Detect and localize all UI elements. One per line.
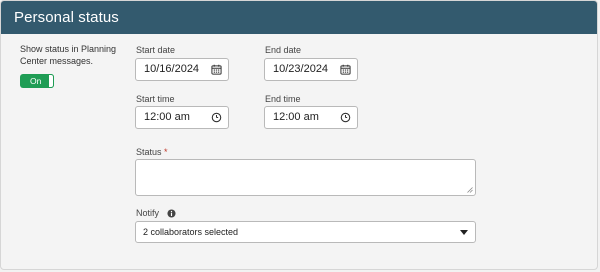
toggle-knob: [48, 74, 54, 88]
end-time-input[interactable]: 12:00 am: [264, 106, 358, 129]
notify-label-text: Notify: [136, 208, 160, 218]
personal-status-card: Personal status Show status in Planning …: [0, 0, 598, 270]
start-time-value: 12:00 am: [144, 111, 190, 123]
notify-selected-value: 2 collaborators selected: [143, 227, 239, 237]
end-date-input[interactable]: 10/23/2024: [264, 58, 358, 81]
status-label-text: Status: [136, 147, 162, 157]
end-time-value: 12:00 am: [273, 111, 319, 123]
resize-handle-icon[interactable]: [467, 187, 473, 193]
calendar-icon[interactable]: [211, 64, 222, 75]
start-date-value: 10/16/2024: [144, 63, 200, 75]
info-icon[interactable]: [166, 209, 176, 218]
notify-select[interactable]: 2 collaborators selected: [135, 221, 476, 243]
status-textarea[interactable]: [135, 159, 476, 196]
status-visibility: Show status in Planning Center messages.…: [20, 43, 130, 88]
show-status-toggle[interactable]: On: [20, 74, 54, 88]
end-date-label: End date: [265, 45, 302, 55]
start-time-input[interactable]: 12:00 am: [135, 106, 229, 129]
visibility-description: Show status in Planning Center messages.: [20, 44, 117, 66]
calendar-icon[interactable]: [340, 64, 351, 75]
end-date-value: 10/23/2024: [273, 63, 329, 75]
clock-icon[interactable]: [211, 112, 222, 123]
notify-label: Notify: [136, 208, 176, 218]
clock-icon[interactable]: [340, 112, 351, 123]
end-time-label: End time: [265, 94, 301, 104]
chevron-down-icon: [460, 230, 468, 235]
start-time-label: Start time: [136, 94, 175, 104]
required-marker: *: [164, 147, 168, 157]
card-header: Personal status: [1, 1, 597, 34]
status-label: Status *: [136, 147, 168, 157]
start-date-label: Start date: [136, 45, 176, 55]
start-date-input[interactable]: 10/16/2024: [135, 58, 229, 81]
toggle-label: On: [30, 76, 42, 86]
card-title: Personal status: [14, 9, 119, 26]
